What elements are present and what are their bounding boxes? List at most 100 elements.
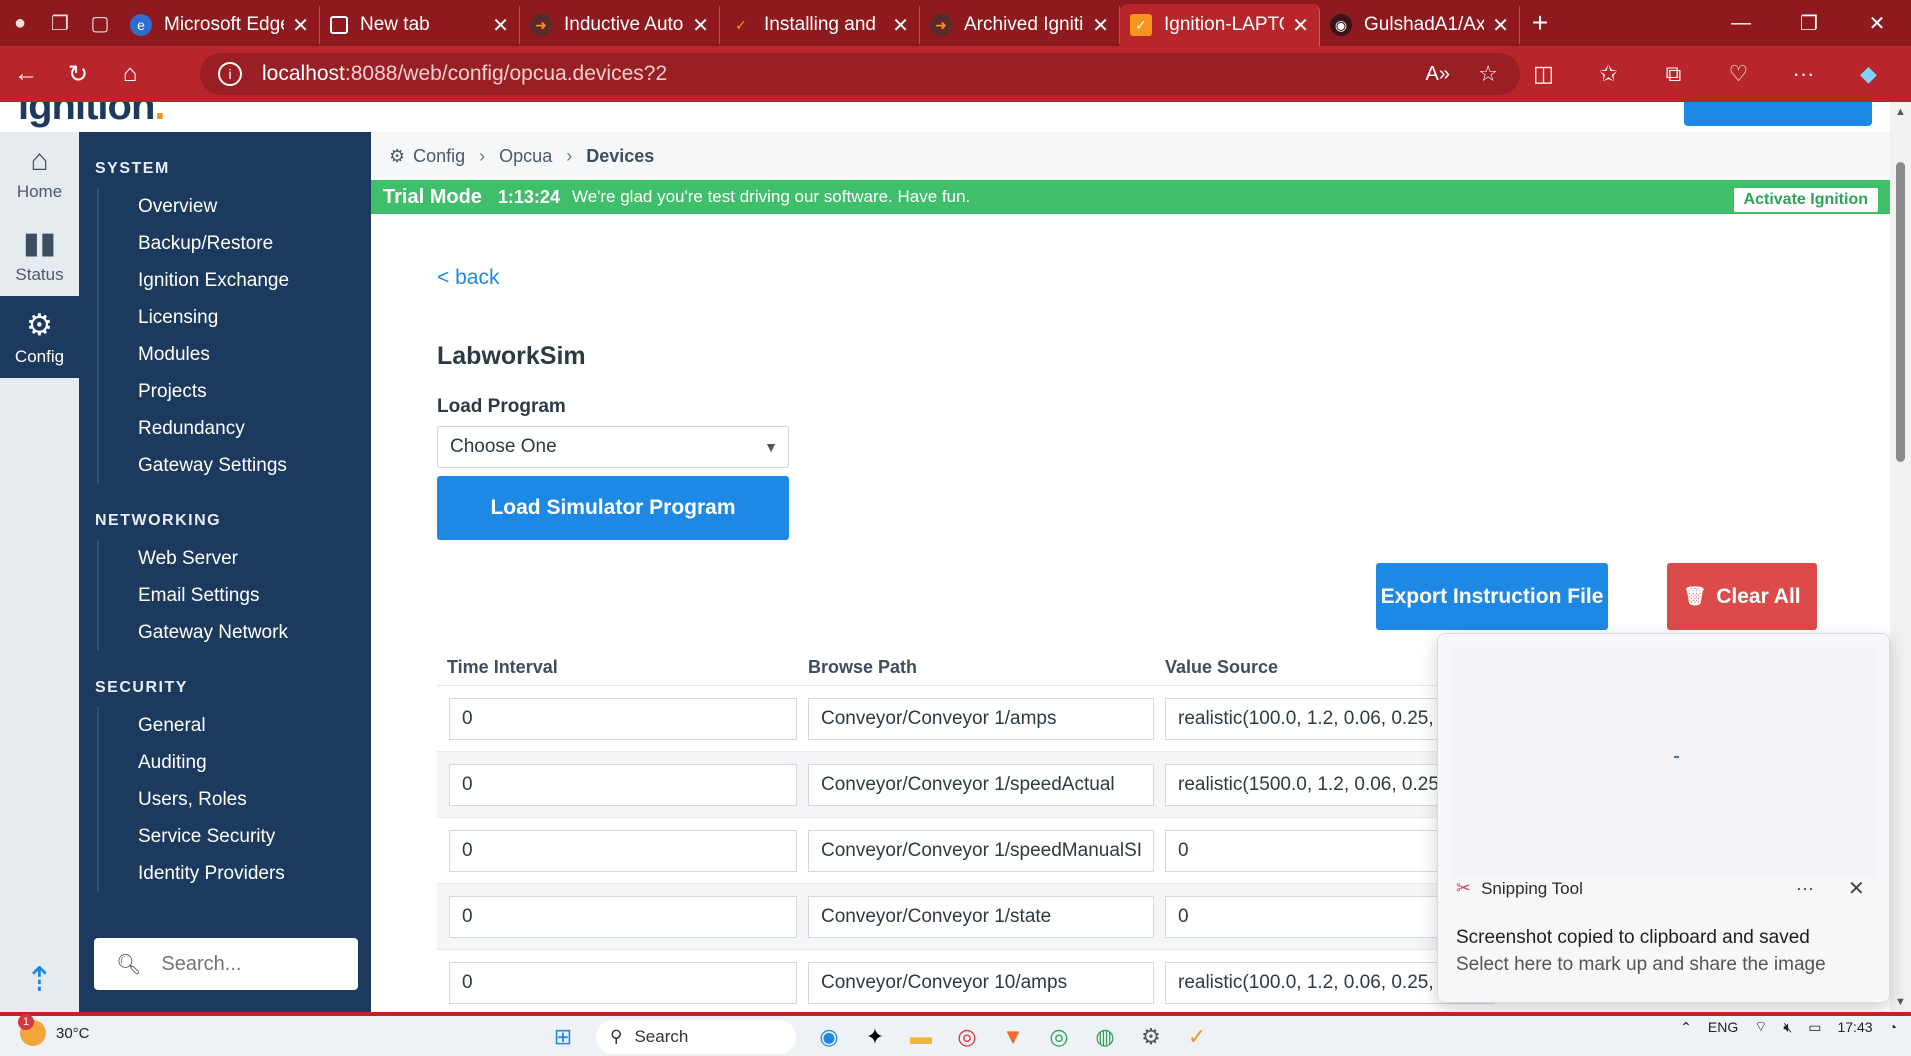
time-interval-input[interactable]: 0 <box>449 698 797 740</box>
info-icon[interactable]: i <box>218 62 242 86</box>
new-tab-button[interactable]: + <box>1520 7 1560 39</box>
browser-tab[interactable]: ➜ Archived Ignition ✕ <box>920 6 1120 44</box>
favorites-icon[interactable]: ✩ <box>1576 61 1641 87</box>
favorite-star-icon[interactable]: ☆ <box>1478 61 1498 87</box>
dropbox-icon[interactable]: ✦ <box>852 1018 898 1056</box>
profile-icon[interactable]: ● <box>0 0 40 46</box>
nav-item-ignition-exchange[interactable]: Ignition Exchange <box>97 262 371 299</box>
browser-essentials-icon[interactable]: ♡ <box>1706 61 1771 87</box>
browse-path-input[interactable]: Conveyor/Conveyor 1/speedActual <box>808 764 1154 806</box>
ignition-app-icon[interactable]: ✓ <box>1174 1018 1220 1056</box>
close-window-icon[interactable]: ✕ <box>1843 0 1911 46</box>
chevron-up-icon[interactable]: ⌃ <box>1680 1019 1692 1036</box>
close-tab-icon[interactable]: ✕ <box>1292 13 1309 38</box>
close-tab-icon[interactable]: ✕ <box>692 13 709 38</box>
rail-config[interactable]: ⚙ Config <box>0 296 79 378</box>
close-tab-icon[interactable]: ✕ <box>1092 13 1109 38</box>
page-scrollbar[interactable]: ▲ ▼ <box>1890 102 1911 1012</box>
clear-all-button[interactable]: 🗑︎ Clear All <box>1667 563 1817 630</box>
close-tab-icon[interactable]: ✕ <box>292 13 309 38</box>
ignition-logo[interactable]: ignition. <box>18 102 166 129</box>
browser-tab[interactable]: ✓ Installing and ✕ <box>720 6 920 44</box>
nav-item-overview[interactable]: Overview <box>97 188 371 225</box>
battery-icon[interactable]: ▭ <box>1808 1019 1821 1036</box>
nav-item-auditing[interactable]: Auditing <box>97 744 371 781</box>
nav-item-gateway-settings[interactable]: Gateway Settings <box>97 447 371 484</box>
load-simulator-program-button[interactable]: Load Simulator Program <box>437 476 789 540</box>
wifi-icon[interactable]: ⌔ <box>1754 1018 1767 1036</box>
restore-icon[interactable]: ❐ <box>1775 0 1843 46</box>
close-tab-icon[interactable]: ✕ <box>492 13 509 38</box>
nav-item-email-settings[interactable]: Email Settings <box>97 577 371 614</box>
close-tab-icon[interactable]: ✕ <box>892 13 909 38</box>
scroll-down-icon[interactable]: ▼ <box>1895 996 1906 1008</box>
collections-icon[interactable]: ⧉ <box>1641 61 1706 87</box>
whatsapp-icon[interactable]: ◍ <box>1082 1018 1128 1056</box>
read-aloud-icon[interactable]: A» <box>1426 63 1450 86</box>
weather-widget[interactable]: 1 30°C <box>18 1014 90 1046</box>
back-link[interactable]: < back <box>437 266 499 290</box>
volume-mute-icon[interactable]: 🔇︎ <box>1783 1019 1792 1036</box>
scroll-up-icon[interactable]: ▲ <box>1895 106 1906 118</box>
minimize-icon[interactable]: — <box>1707 0 1775 46</box>
tab-actions-icon[interactable]: ▢ <box>80 0 120 46</box>
folder-icon[interactable]: ▬ <box>898 1018 944 1056</box>
close-icon[interactable]: ✕ <box>1848 876 1865 901</box>
windows-start-icon[interactable]: ⊞ <box>540 1018 586 1056</box>
nav-item-modules[interactable]: Modules <box>97 336 371 373</box>
browse-path-input[interactable]: Conveyor/Conveyor 1/state <box>808 896 1154 938</box>
close-tab-icon[interactable]: ✕ <box>1492 13 1509 38</box>
header-button[interactable] <box>1684 102 1872 126</box>
nav-search-input[interactable] <box>161 952 352 976</box>
copilot-icon[interactable]: ◆ <box>1836 61 1901 87</box>
nav-item-projects[interactable]: Projects <box>97 373 371 410</box>
language-indicator[interactable]: ENG <box>1708 1019 1738 1035</box>
workspaces-icon[interactable]: ❐ <box>40 0 80 46</box>
notification-icon[interactable]: ◔ <box>1889 1019 1897 1035</box>
rail-home[interactable]: ⌂ Home <box>0 132 79 214</box>
nav-item-identity-providers[interactable]: Identity Providers <box>97 855 371 892</box>
nav-item-licensing[interactable]: Licensing <box>97 299 371 336</box>
taskbar-search[interactable]: ⚲ Search <box>596 1020 796 1054</box>
time-interval-input[interactable]: 0 <box>449 764 797 806</box>
browse-path-input[interactable]: Conveyor/Conveyor 10/amps <box>808 962 1154 1004</box>
nav-item-backup-restore[interactable]: Backup/Restore <box>97 225 371 262</box>
nav-item-web-server[interactable]: Web Server <box>97 540 371 577</box>
edge-icon[interactable]: ◉ <box>806 1018 852 1056</box>
clock[interactable]: 17:43 <box>1837 1019 1872 1036</box>
nav-item-redundancy[interactable]: Redundancy <box>97 410 371 447</box>
back-arrow-icon[interactable]: ← <box>0 46 52 102</box>
chrome-profile-icon[interactable]: ◎ <box>1036 1018 1082 1056</box>
breadcrumb-config[interactable]: Config <box>413 146 465 167</box>
settings-icon[interactable]: ⚙ <box>1128 1018 1174 1056</box>
collapse-icon[interactable]: ⇡ <box>0 960 79 1000</box>
browse-path-input[interactable]: Conveyor/Conveyor 1/speedManualSI <box>808 830 1154 872</box>
nav-item-gateway-network[interactable]: Gateway Network <box>97 614 371 651</box>
time-interval-input[interactable]: 0 <box>449 830 797 872</box>
chrome-icon[interactable]: ◎ <box>944 1018 990 1056</box>
nav-item-service-security[interactable]: Service Security <box>97 818 371 855</box>
home-icon[interactable]: ⌂ <box>104 46 156 102</box>
split-screen-icon[interactable]: ◫ <box>1511 61 1576 87</box>
export-instruction-file-button[interactable]: Export Instruction File <box>1376 563 1608 630</box>
screenshot-preview[interactable] <box>1452 648 1877 878</box>
time-interval-input[interactable]: 0 <box>449 896 797 938</box>
browser-tab[interactable]: ➜ Inductive Automation ✕ <box>520 6 720 44</box>
nav-item-general[interactable]: General <box>97 707 371 744</box>
time-interval-input[interactable]: 0 <box>449 962 797 1004</box>
browser-tab[interactable]: New tab ✕ <box>320 6 520 44</box>
browser-tab-active[interactable]: ✓ Ignition-LAPTOP ✕ <box>1120 4 1320 46</box>
breadcrumb-opcua[interactable]: Opcua <box>499 146 552 167</box>
activate-ignition-button[interactable]: Activate Ignition <box>1733 188 1878 212</box>
refresh-icon[interactable]: ↻ <box>52 46 104 102</box>
more-icon[interactable]: ··· <box>1771 61 1836 87</box>
load-program-select[interactable]: Choose One ▼ <box>437 426 789 468</box>
url-field[interactable]: i localhost:8088/web/config/opcua.device… <box>200 53 1520 95</box>
browser-tab[interactable]: e Microsoft Edge ✕ <box>120 6 320 44</box>
browser-tab[interactable]: ◉ GulshadA1/Ax ✕ <box>1320 6 1520 44</box>
snipping-tool-notification[interactable]: ✂ Snipping Tool ··· ✕ Screenshot copied … <box>1437 633 1890 1003</box>
nav-item-users-roles[interactable]: Users, Roles <box>97 781 371 818</box>
brave-icon[interactable]: ▼ <box>990 1018 1036 1056</box>
browse-path-input[interactable]: Conveyor/Conveyor 1/amps <box>808 698 1154 740</box>
rail-status[interactable]: ▮▮ Status <box>0 214 79 296</box>
